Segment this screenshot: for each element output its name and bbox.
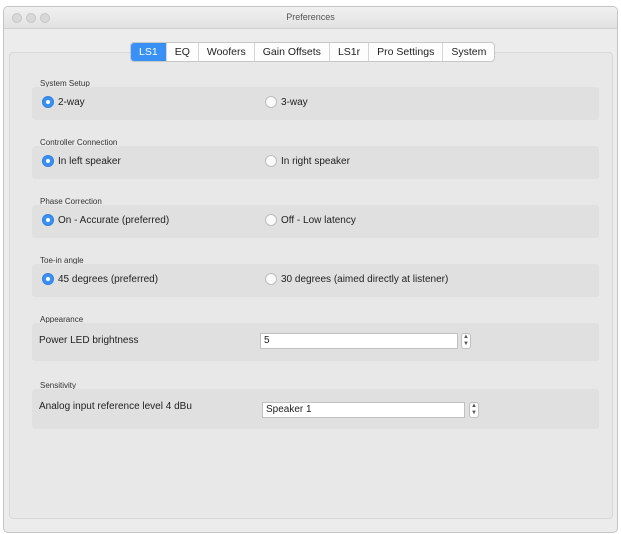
preferences-window: Preferences LS1 EQ Woofers Gain Offsets …	[3, 6, 618, 533]
radio-selected-icon	[42, 273, 54, 285]
group-controller-connection: In left speaker In right speaker	[32, 146, 599, 179]
radio-label: On - Accurate (preferred)	[58, 214, 170, 226]
radio-label: In left speaker	[58, 155, 121, 167]
tab-gain-offsets[interactable]: Gain Offsets	[255, 43, 330, 61]
radio-in-left-speaker[interactable]: In left speaker	[42, 155, 121, 167]
tab-bar: LS1 EQ Woofers Gain Offsets LS1r Pro Set…	[130, 42, 496, 62]
radio-selected-icon	[42, 96, 54, 108]
radio-label: 3-way	[281, 96, 308, 108]
radio-unselected-icon	[265, 214, 277, 226]
group-phase-correction: On - Accurate (preferred) Off - Low late…	[32, 205, 599, 238]
radio-unselected-icon	[265, 155, 277, 167]
analog-input-reference-label: Analog input reference level 4 dBu	[39, 401, 192, 412]
power-led-brightness-stepper-icon[interactable]: ▲ ▼	[461, 333, 471, 349]
radio-selected-icon	[42, 214, 54, 226]
speaker-select-stepper-icon[interactable]: ▲ ▼	[469, 402, 479, 418]
radio-unselected-icon	[265, 273, 277, 285]
tab-woofers[interactable]: Woofers	[199, 43, 255, 61]
tab-ls1[interactable]: LS1	[131, 43, 167, 61]
group-toe-in-angle: 45 degrees (preferred) 30 degrees (aimed…	[32, 264, 599, 297]
radio-selected-icon	[42, 155, 54, 167]
tab-system[interactable]: System	[443, 43, 494, 61]
tab-pro-settings[interactable]: Pro Settings	[369, 43, 444, 61]
radio-in-right-speaker[interactable]: In right speaker	[265, 155, 350, 167]
window-title: Preferences	[286, 12, 335, 22]
radio-2-way[interactable]: 2-way	[42, 96, 85, 108]
speaker-select-field[interactable]: Speaker 1	[262, 402, 465, 418]
group-appearance: Power LED brightness 5 ▲ ▼	[32, 323, 599, 361]
radio-label: 2-way	[58, 96, 85, 108]
radio-30-degrees[interactable]: 30 degrees (aimed directly at listener)	[265, 273, 448, 285]
group-sensitivity: Analog input reference level 4 dBu Speak…	[32, 389, 599, 429]
power-led-brightness-field[interactable]: 5	[260, 333, 458, 349]
power-led-brightness-label: Power LED brightness	[39, 335, 139, 346]
radio-label: 45 degrees (preferred)	[58, 273, 159, 285]
radio-unselected-icon	[265, 96, 277, 108]
radio-45-degrees[interactable]: 45 degrees (preferred)	[42, 273, 158, 285]
group-system-setup: 2-way 3-way	[32, 87, 599, 120]
title-bar: Preferences	[4, 7, 617, 29]
radio-phase-off-low-latency[interactable]: Off - Low latency	[265, 214, 356, 226]
radio-phase-on-accurate[interactable]: On - Accurate (preferred)	[42, 214, 169, 226]
tab-ls1r[interactable]: LS1r	[330, 43, 370, 61]
radio-label: In right speaker	[281, 155, 350, 167]
tab-eq[interactable]: EQ	[167, 43, 199, 61]
radio-3-way[interactable]: 3-way	[265, 96, 308, 108]
radio-label: Off - Low latency	[281, 214, 356, 226]
radio-label: 30 degrees (aimed directly at listener)	[281, 273, 449, 285]
